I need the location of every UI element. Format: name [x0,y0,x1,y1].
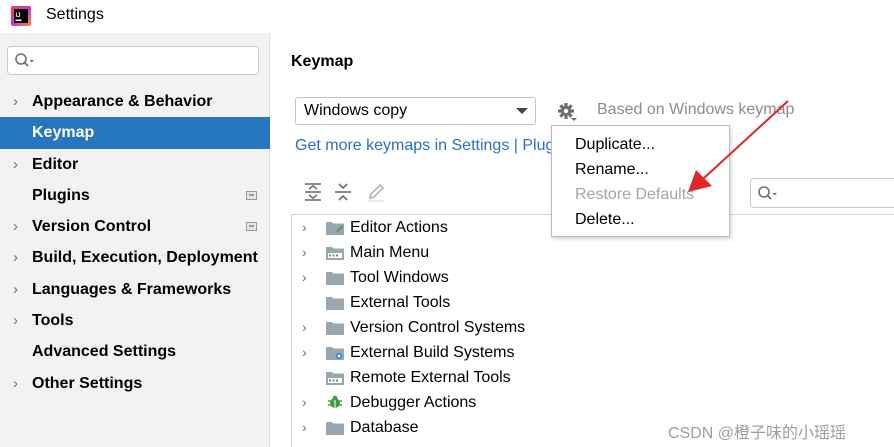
sidebar-item-label: Editor [32,155,79,173]
keymap-actions-menu: Duplicate... Rename... Restore Defaults Del… [551,125,730,237]
folder-icon [326,272,344,285]
tree-row[interactable]: External Tools [292,290,894,315]
sidebar-item-label: Appearance & Behavior [32,93,213,110]
sidebar-item-label: Tools [32,312,74,330]
menu-item-restore-defaults: Restore Defaults [575,186,695,203]
sidebar-item-label: Version Control [32,218,152,236]
project-level-icon [246,222,257,232]
settings-nav-list: › Appearance & Behavior Keymap › Editor Plugi… [0,86,270,399]
window-title: Settings [46,6,104,23]
chevron-right-icon[interactable]: › [302,390,307,415]
collapse-all-icon[interactable] [332,181,354,203]
tree-row-label: Debugger Actions [350,394,477,411]
chevron-right-icon[interactable]: › [302,315,307,340]
chevron-right-icon[interactable]: › [13,242,18,273]
folder-icon [326,297,344,310]
sidebar-item-keymap[interactable]: Keymap [0,117,270,149]
folder-menu-icon [326,247,344,260]
chevron-right-icon[interactable]: › [302,265,307,290]
bug-icon [328,395,342,408]
intellij-logo-icon: IJ [11,6,31,26]
sidebar-item-tools[interactable]: › Tools [0,305,270,336]
settings-sidebar: › Appearance & Behavior Keymap › Editor Plugi… [0,33,270,447]
page-title: Keymap [291,53,354,70]
tree-row-label: Main Menu [350,244,430,261]
tree-row-label: Remote External Tools [350,369,511,386]
menu-item-delete[interactable]: Delete... [552,207,729,232]
tree-row-label: Editor Actions [350,219,448,236]
search-icon [758,186,777,200]
based-on-label: Based on Windows keymap [597,101,795,118]
chevron-right-icon[interactable]: › [302,215,307,240]
edit-pencil-icon[interactable] [365,181,387,203]
keymap-select[interactable]: Windows copy [295,97,536,125]
expand-all-icon[interactable] [302,181,324,203]
get-more-keymaps-link[interactable]: Get more keymaps in Settings | Plug [295,137,554,155]
folder-icon [326,422,344,435]
tree-row-label: Version Control Systems [350,319,526,336]
svg-text:IJ: IJ [16,13,21,19]
menu-item-duplicate[interactable]: Duplicate... [552,132,729,157]
sidebar-item-editor[interactable]: › Editor [0,149,270,180]
tree-row[interactable]: › External Build Systems [292,340,894,365]
search-icon [15,53,34,67]
keymap-select-value: Windows copy [304,102,408,119]
settings-search-input[interactable] [7,46,259,75]
tree-row-label: External Tools [350,294,451,311]
tree-row-label: Database [350,419,419,436]
sidebar-item-other-settings[interactable]: › Other Settings [0,368,270,399]
chevron-right-icon[interactable]: › [13,368,18,399]
chevron-down-icon [516,108,528,114]
gear-icon[interactable] [556,101,578,123]
project-level-icon [246,190,257,200]
folder-icon [326,322,344,335]
folder-gear-icon [326,347,344,360]
tree-row-label: Tool Windows [350,269,449,286]
sidebar-item-label: Languages & Frameworks [32,280,232,298]
tree-row[interactable]: › Tool Windows [292,265,894,290]
folder-menu-icon [326,372,344,385]
sidebar-item-plugins[interactable]: Plugins [0,180,270,211]
tree-row[interactable]: Remote External Tools [292,365,894,390]
chevron-right-icon[interactable]: › [13,211,18,242]
menu-item-rename[interactable]: Rename... [552,157,729,182]
sidebar-item-appearance-behavior[interactable]: › Appearance & Behavior [0,86,270,117]
chevron-right-icon[interactable]: › [13,149,18,180]
chevron-right-icon[interactable]: › [13,274,18,305]
sidebar-item-build-execution-deployment[interactable]: › Build, Execution, Deployment [0,242,270,273]
chevron-right-icon[interactable]: › [13,305,18,336]
sidebar-item-languages-frameworks[interactable]: › Languages & Frameworks [0,274,270,305]
keymap-panel: Keymap Windows copy Based on Windows key… [271,33,894,447]
chevron-right-icon[interactable]: › [302,415,307,440]
tree-row[interactable]: › Debugger Actions [292,390,894,415]
sidebar-item-label: Plugins [32,186,90,204]
tree-row[interactable]: › Version Control Systems [292,315,894,340]
chevron-right-icon[interactable]: › [302,240,307,265]
sidebar-item-label: Build, Execution, Deployment [32,249,258,267]
tree-row[interactable]: › Main Menu [292,240,894,265]
watermark: CSDN @橙子味的小瑶瑶 [668,425,847,442]
chevron-right-icon[interactable]: › [13,86,18,117]
sidebar-item-label: Other Settings [32,374,143,392]
title-bar: IJ Settings [0,0,894,33]
actions-tree: › Editor Actions › Main Menu › Tool Windows Ex… [291,214,894,447]
chevron-right-icon[interactable]: › [302,340,307,365]
sidebar-item-version-control[interactable]: › Version Control [0,211,270,242]
folder-edit-icon [326,222,344,235]
tree-row-label: External Build Systems [350,344,515,361]
sidebar-item-label: Keymap [32,124,95,142]
sidebar-item-label: Advanced Settings [32,343,177,361]
action-search-input[interactable] [750,178,894,208]
sidebar-item-advanced-settings[interactable]: Advanced Settings [0,336,270,367]
